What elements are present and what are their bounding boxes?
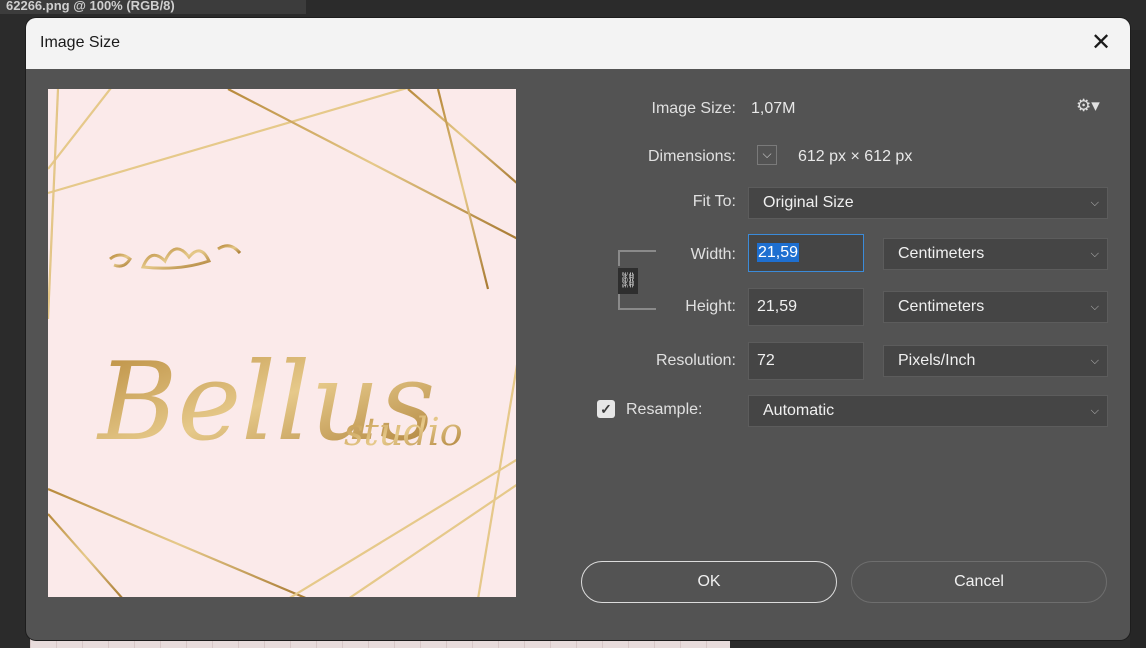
cancel-button[interactable]: Cancel <box>851 561 1107 603</box>
height-value: 21,59 <box>757 298 798 315</box>
image-size-label: Image Size: <box>651 100 736 117</box>
resample-select[interactable]: Automatic ⌵ <box>748 395 1108 427</box>
chevron-down-icon: ⌵ <box>1090 355 1099 367</box>
width-label: Width: <box>690 246 736 263</box>
height-unit-select[interactable]: Centimeters ⌵ <box>883 291 1108 323</box>
height-label: Height: <box>685 298 736 315</box>
gear-icon[interactable]: ⚙▾ <box>1076 96 1100 116</box>
chevron-down-icon: ⌵ <box>1090 197 1099 209</box>
resolution-unit-select[interactable]: Pixels/Inch ⌵ <box>883 345 1108 377</box>
logo-subtitle-text: studio <box>344 410 463 454</box>
workspace-edge <box>1130 30 1146 648</box>
chevron-down-icon: ⌵ <box>1090 301 1099 313</box>
link-chain-icon[interactable]: ⛓ <box>618 268 638 294</box>
width-value: 21,59 <box>757 243 800 262</box>
resolution-value: 72 <box>757 352 775 369</box>
dimensions-value: 612 px × 612 px <box>798 148 913 165</box>
image-preview[interactable]: Bellus studio <box>48 89 516 597</box>
fit-to-label: Fit To: <box>692 193 736 210</box>
resample-checkbox[interactable]: ✓ <box>597 400 615 418</box>
width-unit-value: Centimeters <box>898 245 985 262</box>
chevron-down-icon: ⌵ <box>1090 248 1099 260</box>
crown-icon <box>109 244 242 270</box>
dimensions-dropdown-icon[interactable]: ⌵ <box>757 145 777 165</box>
height-input[interactable]: 21,59 <box>748 288 864 326</box>
document-tab[interactable]: 62266.png @ 100% (RGB/8) <box>0 0 306 14</box>
fit-to-value: Original Size <box>763 194 854 211</box>
image-size-value: 1,07M <box>751 100 796 117</box>
preview-artwork: Bellus studio <box>48 89 516 597</box>
resolution-label: Resolution: <box>655 352 736 369</box>
resample-label: Resample: <box>626 401 703 418</box>
width-unit-select[interactable]: Centimeters ⌵ <box>883 238 1108 270</box>
image-size-dialog: Image Size ✕ Bellus studio Image Size: 1… <box>26 18 1130 640</box>
resolution-input[interactable]: 72 <box>748 342 864 380</box>
dimensions-label: Dimensions: <box>647 148 736 165</box>
close-icon[interactable]: ✕ <box>1086 28 1116 58</box>
width-input[interactable]: 21,59 <box>748 234 864 272</box>
ok-button[interactable]: OK <box>581 561 837 603</box>
chevron-down-icon: ⌵ <box>1090 405 1099 417</box>
fit-to-select[interactable]: Original Size ⌵ <box>748 187 1108 219</box>
dialog-titlebar[interactable]: Image Size ✕ <box>26 18 1130 69</box>
resolution-unit-value: Pixels/Inch <box>898 352 976 369</box>
height-unit-value: Centimeters <box>898 298 985 315</box>
dialog-title: Image Size <box>40 34 121 51</box>
resample-value: Automatic <box>763 402 835 419</box>
